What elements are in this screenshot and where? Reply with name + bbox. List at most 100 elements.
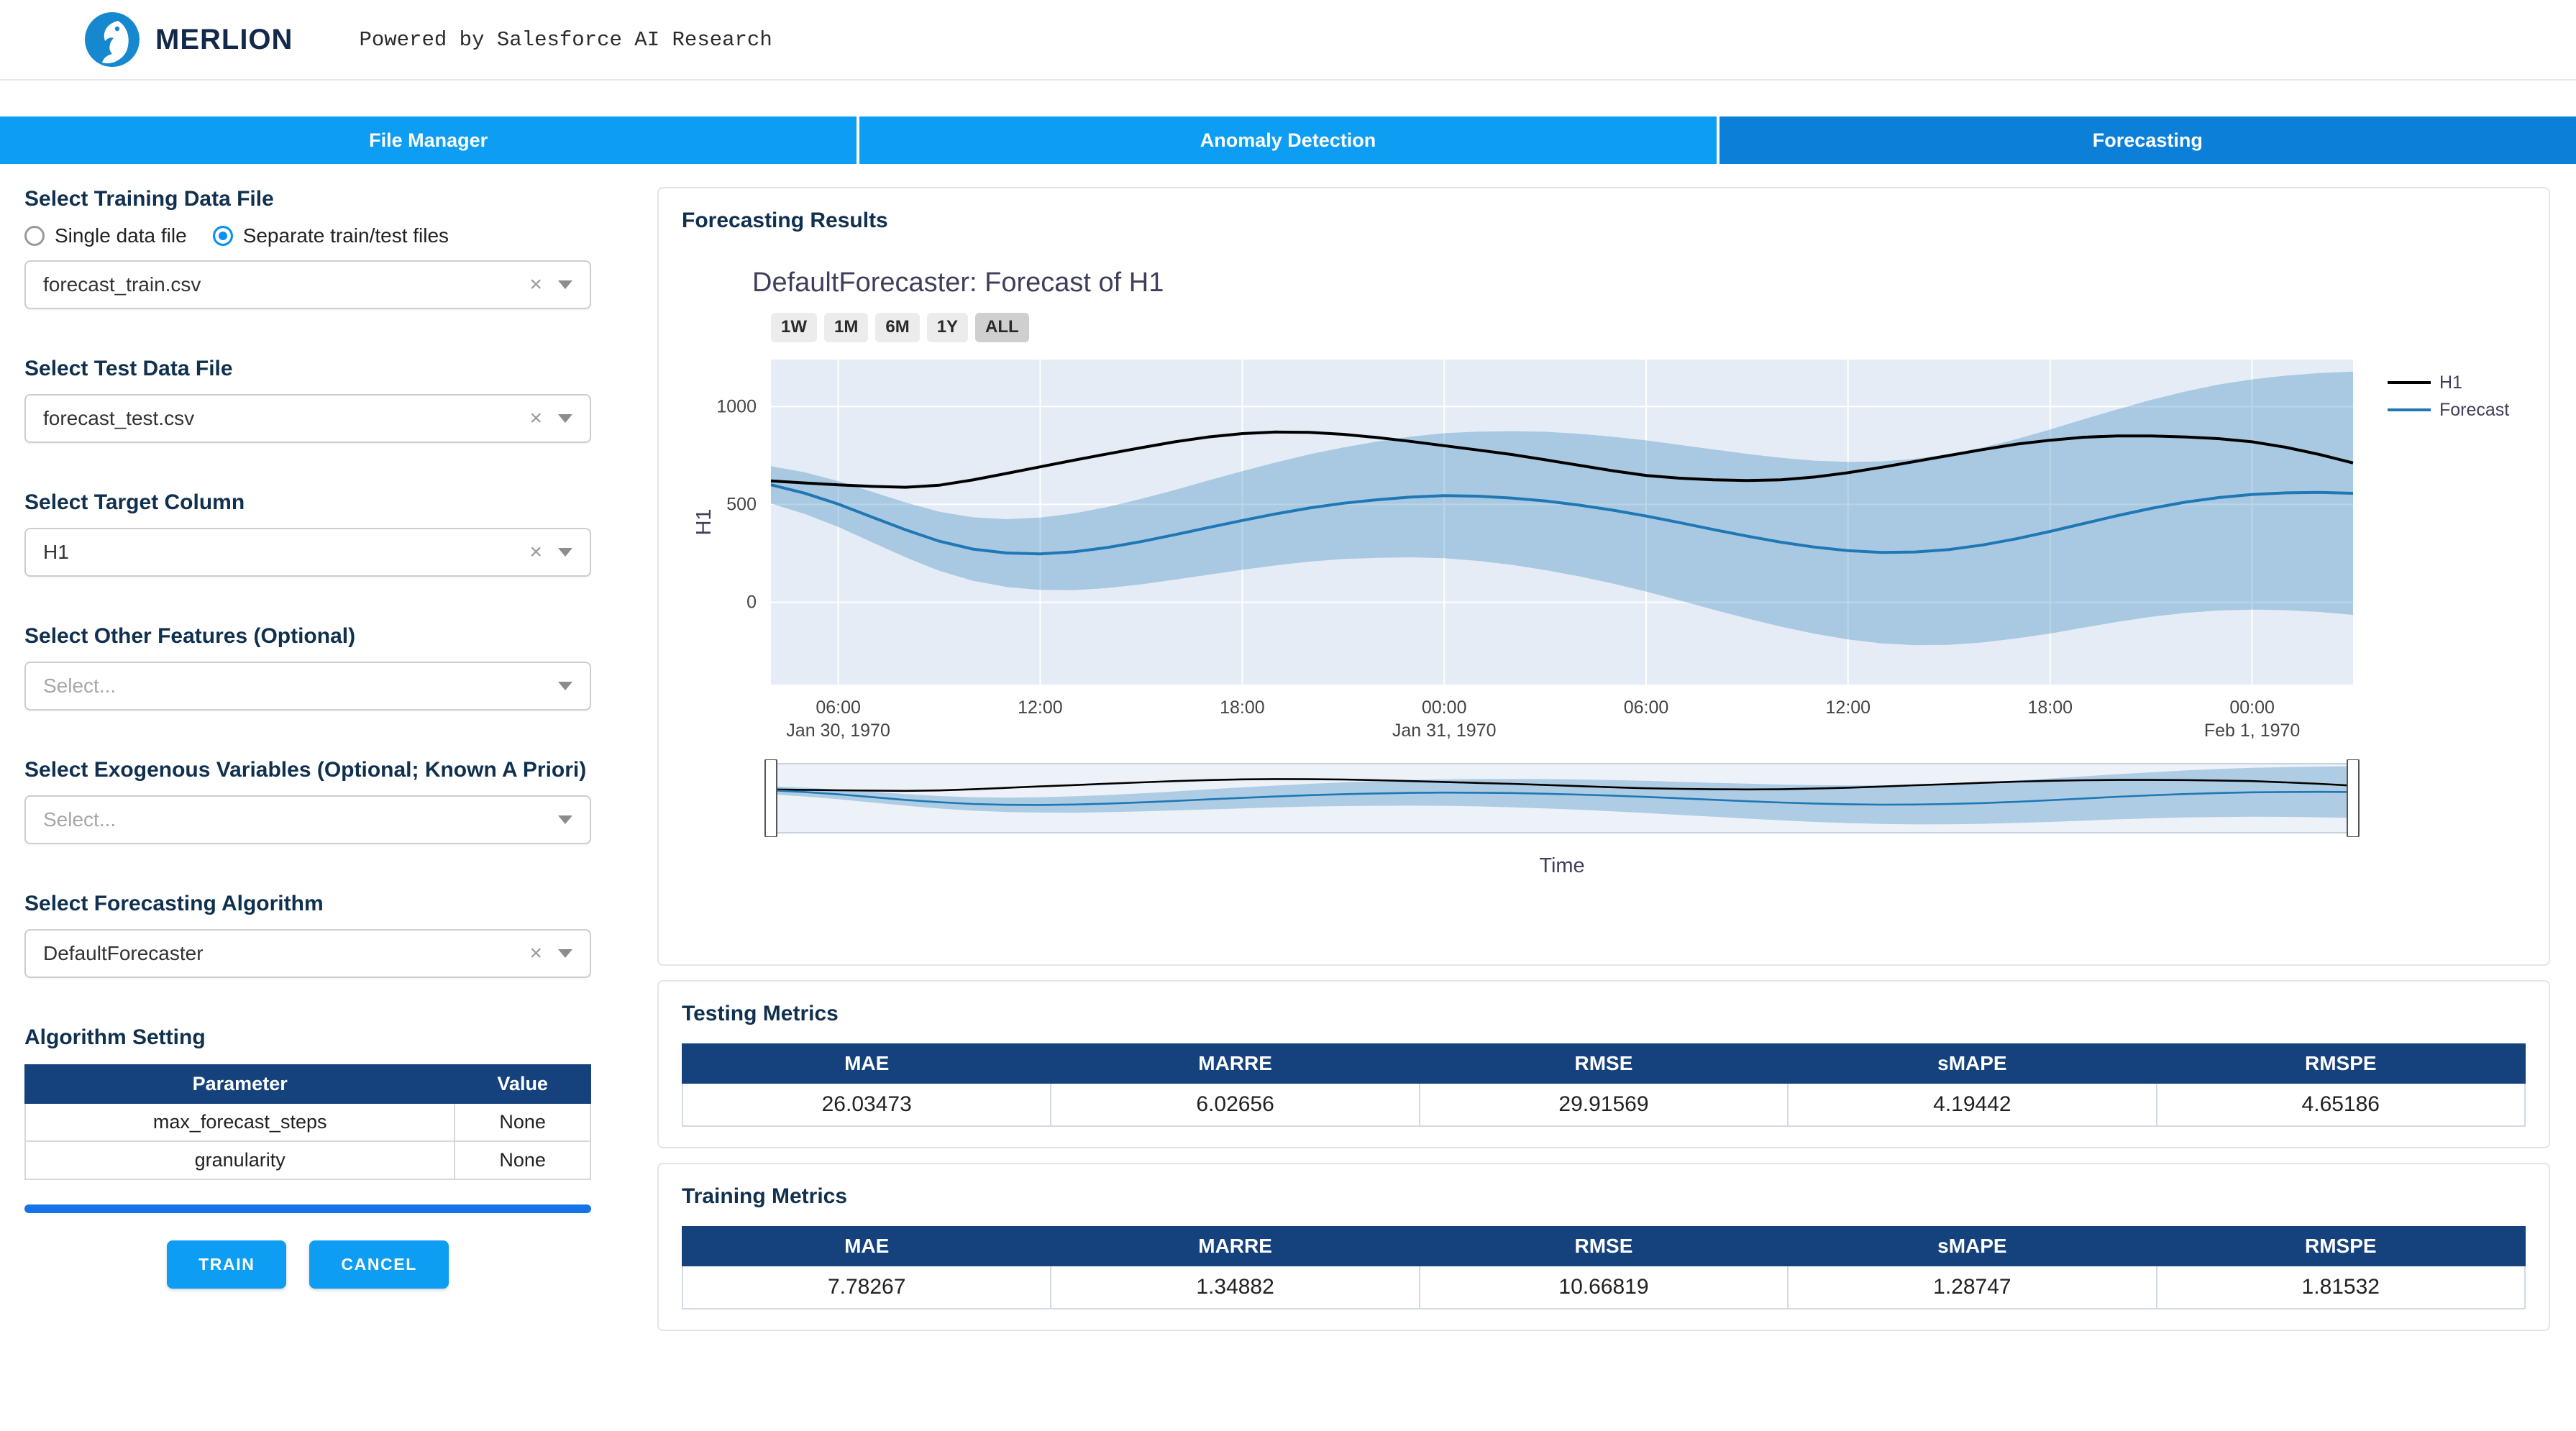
data-file-mode-radios: Single data file Separate train/test fil… [24,224,591,247]
x-axis-title: Time [1539,854,1585,877]
dropdown-value: H1 [43,541,69,563]
target-column-label: Select Target Column [24,490,245,514]
metric-value: 4.19442 [1787,1082,2157,1127]
metric-header: sMAPE [1787,1043,2157,1084]
testing-metrics-title: Testing Metrics [682,1001,839,1025]
metric-value: 7.78267 [681,1264,1052,1309]
x-tick-label: 06:00 [816,698,861,718]
test-file-dropdown[interactable]: forecast_test.csv × [24,394,591,443]
tab-forecasting[interactable]: Forecasting [1716,116,2576,164]
range-button-1m[interactable]: 1M [824,313,869,342]
range-selector: 1W 1M 6M 1Y ALL [771,313,2526,342]
testing-metrics-card: Testing Metrics MAE MARRE RMSE sMAPE RMS… [657,979,2550,1148]
range-slider-handle-right[interactable] [2347,758,2360,838]
metric-value: 10.66819 [1418,1264,1789,1309]
x-tick-label: 00:00 [2229,698,2275,718]
dropdown-placeholder: Select... [43,675,117,697]
metric-header: RMSE [1418,1225,1789,1266]
test-file-label: Select Test Data File [24,357,233,380]
forecast-chart: 0 500 1000 06:00 Jan 30, 1970 12:00 18:00 00:00… [693,359,2509,741]
chevron-down-icon[interactable] [558,682,572,690]
chevron-down-icon[interactable] [558,414,572,423]
metric-header: RMSE [1418,1043,1789,1084]
progress-bar [24,1204,591,1213]
radio-single-data-file[interactable]: Single data file [24,224,187,247]
target-column-dropdown[interactable]: H1 × [24,528,591,577]
metric-header: MARRE [1050,1225,1420,1266]
clear-icon[interactable]: × [529,541,542,563]
range-button-1y[interactable]: 1Y [926,313,969,342]
radio-label: Single data file [55,224,187,247]
chevron-down-icon[interactable] [558,949,572,958]
training-file-label: Select Training Data File [24,187,274,211]
range-slider-handle-left[interactable] [764,758,777,838]
tab-file-manager[interactable]: File Manager [0,116,857,164]
param-name: max_forecast_steps [24,1102,456,1142]
chevron-down-icon[interactable] [558,280,572,289]
train-button[interactable]: TRAIN [167,1240,287,1289]
dropdown-value: forecast_test.csv [43,407,195,429]
value-col-header: Value [454,1064,592,1104]
range-button-all[interactable]: ALL [975,313,1029,342]
legend-label[interactable]: H1 [2439,372,2462,393]
cancel-button[interactable]: CANCEL [309,1240,449,1289]
tab-anomaly-detection[interactable]: Anomaly Detection [857,116,1717,164]
metric-header: MAE [681,1225,1052,1266]
y-axis-title: H1 [693,508,716,535]
table-row: granularity None [24,1140,592,1180]
clear-icon[interactable]: × [529,943,542,964]
brand-name: MERLION [155,23,293,55]
legend-label[interactable]: Forecast [2439,400,2509,420]
y-tick-label: 0 [746,592,757,612]
y-tick-label: 1000 [716,396,757,416]
sidebar: Select Training Data File Single data fi… [24,187,592,1289]
action-buttons: TRAIN CANCEL [24,1240,591,1289]
radio-separate-train-test[interactable]: Separate train/test files [212,224,449,247]
metric-value: 29.91569 [1418,1082,1789,1127]
x-tick-label: 06:00 [1624,698,1669,718]
x-tick-label: 18:00 [1220,698,1265,718]
merlion-logo [85,12,140,67]
algorithm-setting-label: Algorithm Setting [24,1025,206,1049]
dropdown-value: DefaultForecaster [43,942,204,964]
range-slider-wrap [682,758,2526,843]
radio-label: Separate train/test files [242,224,449,247]
param-col-header: Parameter [24,1064,456,1104]
testing-metrics-table: MAE MARRE RMSE sMAPE RMSPE 26.03473 6.02… [681,1043,2526,1127]
dropdown-value: forecast_train.csv [43,273,201,296]
x-tick-date: Jan 31, 1970 [1392,721,1497,741]
exog-vars-label: Select Exogenous Variables (Optional; Kn… [24,758,587,782]
x-tick-date: Feb 1, 1970 [2204,721,2300,741]
results-title: Forecasting Results [682,209,888,232]
metric-value: 1.34882 [1050,1264,1420,1309]
exog-vars-dropdown[interactable]: Select... [24,795,591,844]
top-bar: MERLION Powered by Salesforce AI Researc… [0,0,2576,81]
y-tick-label: 500 [726,494,757,514]
training-file-dropdown[interactable]: forecast_train.csv × [24,260,591,309]
metric-header: RMSPE [2155,1043,2526,1084]
training-metrics-card: Training Metrics MAE MARRE RMSE sMAPE RM… [657,1162,2550,1331]
metric-value: 26.03473 [681,1082,1052,1127]
range-slider[interactable] [682,758,2520,838]
forecasting-results-card: Forecasting Results DefaultForecaster: F… [657,187,2550,966]
metric-header: sMAPE [1787,1225,2157,1266]
clear-icon[interactable]: × [529,274,542,296]
training-metrics-table: MAE MARRE RMSE sMAPE RMSPE 7.78267 1.348… [681,1225,2526,1309]
other-features-dropdown[interactable]: Select... [24,662,591,710]
chevron-down-icon[interactable] [558,548,572,557]
brand-tagline: Powered by Salesforce AI Research [359,27,772,52]
x-tick-label: 12:00 [1018,698,1063,718]
x-tick-label: 12:00 [1826,698,1871,718]
training-metrics-title: Training Metrics [682,1184,848,1208]
algorithm-dropdown[interactable]: DefaultForecaster × [24,929,591,978]
range-button-1w[interactable]: 1W [771,313,817,342]
metric-value: 1.28747 [1787,1264,2157,1309]
radio-checked-icon [212,226,233,246]
range-button-6m[interactable]: 6M [875,313,920,342]
param-value: None [454,1102,592,1142]
x-tick-label: 00:00 [1422,698,1467,718]
clear-icon[interactable]: × [529,408,542,429]
chevron-down-icon[interactable] [558,815,572,824]
dropdown-placeholder: Select... [43,808,117,831]
radio-unchecked-icon [24,226,45,246]
